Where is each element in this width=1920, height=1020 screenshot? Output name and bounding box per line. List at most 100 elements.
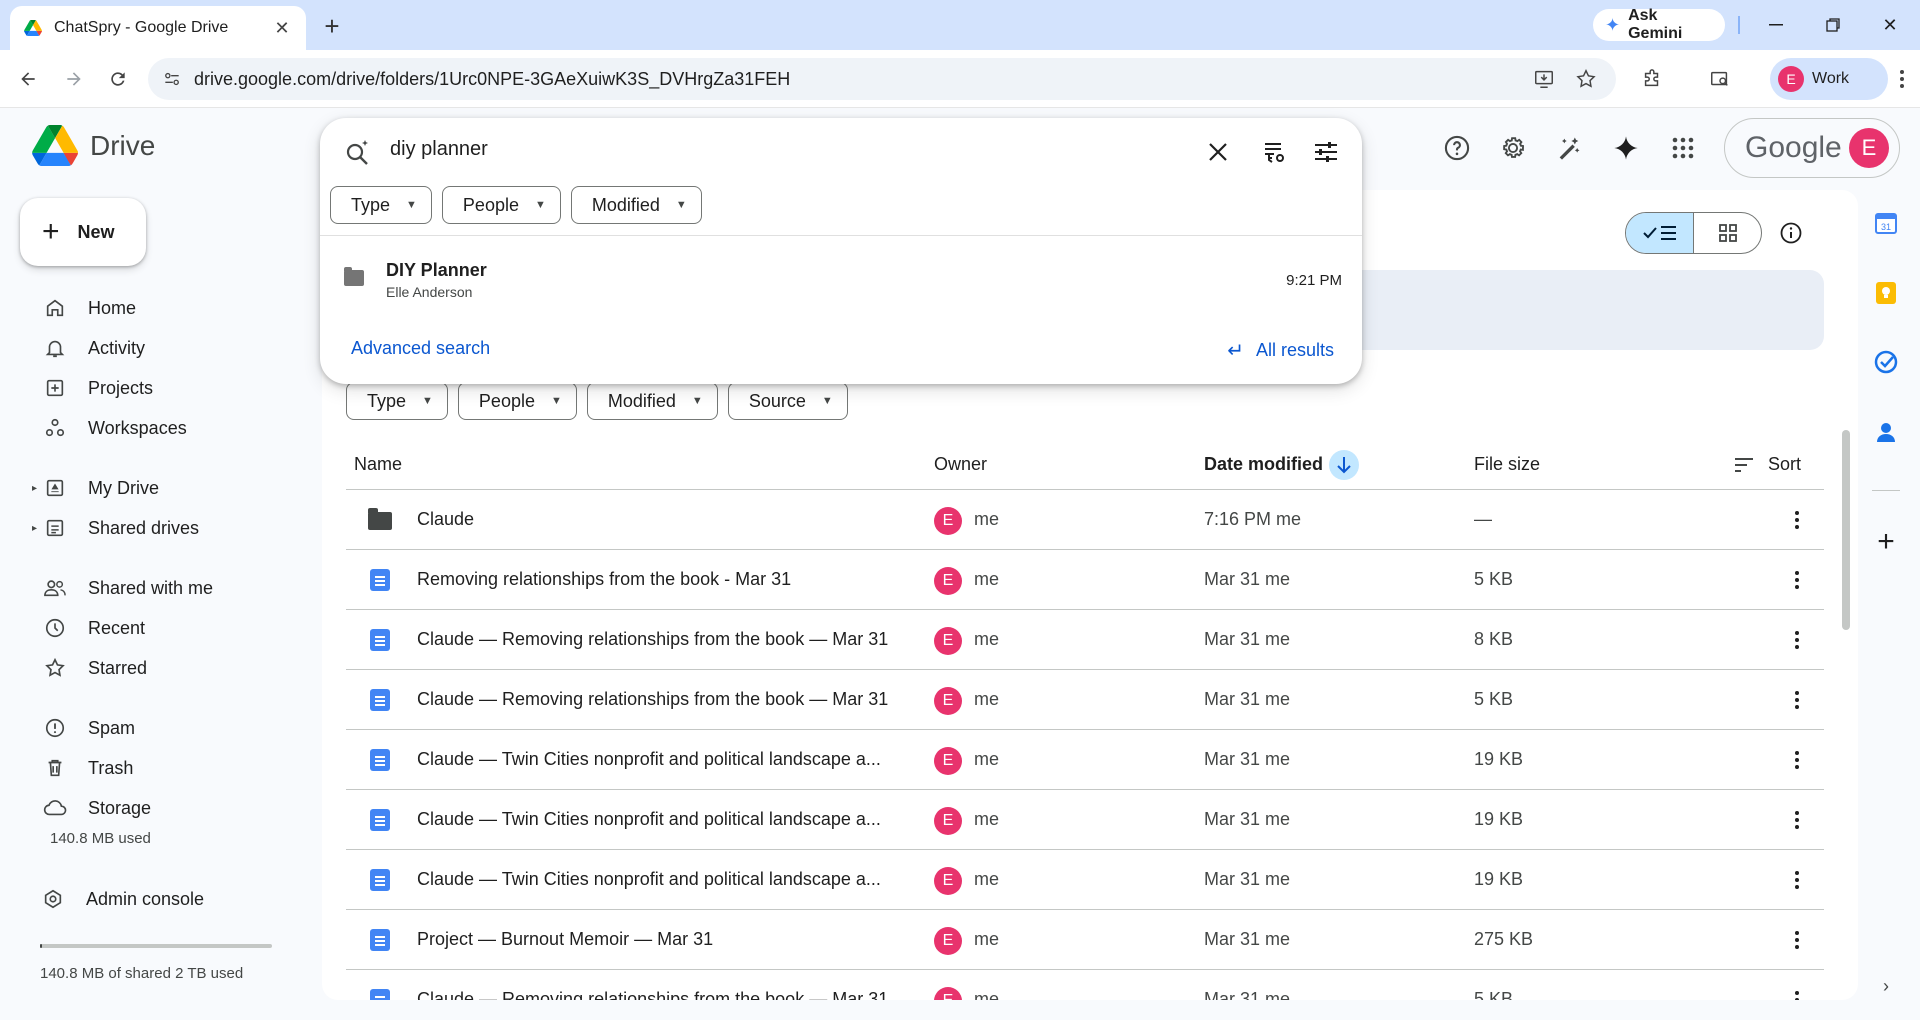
more-actions-icon[interactable] bbox=[1782, 625, 1812, 655]
tasks-icon[interactable] bbox=[1872, 348, 1900, 376]
more-actions-icon[interactable] bbox=[1782, 985, 1812, 1000]
ai-search-icon[interactable] bbox=[338, 132, 378, 172]
expand-caret-icon[interactable]: ▸ bbox=[32, 481, 40, 495]
clear-search-icon[interactable] bbox=[1198, 132, 1238, 172]
more-actions-icon[interactable] bbox=[1782, 565, 1812, 595]
search-filter-modified-chip[interactable]: Modified ▼ bbox=[570, 186, 702, 224]
file-size: 19 KB bbox=[1474, 809, 1524, 829]
browser-tab[interactable]: ChatSpry - Google Drive ✕ bbox=[10, 6, 306, 50]
more-actions-icon[interactable] bbox=[1782, 865, 1812, 895]
column-date-header[interactable]: Date modified bbox=[1204, 449, 1360, 480]
table-row[interactable]: Claude — Twin Cities nonprofit and polit… bbox=[346, 730, 1824, 790]
site-info-icon[interactable] bbox=[162, 69, 182, 89]
search-options-icon[interactable] bbox=[1306, 132, 1346, 172]
drive-logo-icon bbox=[32, 125, 78, 166]
search-settings-icon[interactable] bbox=[1254, 132, 1294, 172]
grid-view-button[interactable] bbox=[1694, 213, 1761, 253]
calendar-icon[interactable]: 31 bbox=[1872, 209, 1900, 237]
reload-button[interactable] bbox=[102, 63, 134, 95]
search-filter-people-chip[interactable]: People ▼ bbox=[441, 186, 561, 224]
sidebar-item-admin-console[interactable]: Admin console bbox=[40, 881, 204, 917]
more-actions-icon[interactable] bbox=[1782, 745, 1812, 775]
google-doc-icon bbox=[368, 868, 392, 892]
more-actions-icon[interactable] bbox=[1782, 505, 1812, 535]
sidebar-item-home[interactable]: Home bbox=[42, 290, 136, 326]
google-doc-icon bbox=[368, 988, 392, 1000]
sort-button[interactable]: Sort bbox=[1734, 454, 1801, 475]
table-row[interactable]: Claude — Removing relationships from the… bbox=[346, 670, 1824, 730]
close-window-button[interactable]: ✕ bbox=[1870, 10, 1910, 40]
column-size-header[interactable]: File size bbox=[1474, 454, 1540, 475]
help-icon[interactable] bbox=[1437, 128, 1477, 168]
new-button[interactable]: + New bbox=[20, 198, 146, 266]
table-row[interactable]: Claude — Removing relationships from the… bbox=[346, 970, 1824, 1000]
restore-button[interactable] bbox=[1813, 10, 1853, 40]
advanced-search-link[interactable]: Advanced search bbox=[351, 338, 490, 359]
filter-people-chip[interactable]: People ▼ bbox=[457, 382, 577, 420]
more-actions-icon[interactable] bbox=[1782, 685, 1812, 715]
minimize-button[interactable] bbox=[1756, 10, 1796, 40]
all-results-label: All results bbox=[1255, 340, 1334, 360]
sidebar-item-trash[interactable]: Trash bbox=[42, 750, 133, 786]
home-icon bbox=[42, 295, 68, 321]
search-input[interactable]: diy planner bbox=[390, 138, 488, 161]
trash-icon bbox=[42, 755, 68, 781]
sidebar-item-my-drive[interactable]: My Drive bbox=[42, 470, 159, 506]
more-actions-icon[interactable] bbox=[1782, 925, 1812, 955]
new-tab-button[interactable]: + bbox=[318, 11, 346, 41]
chrome-menu-icon[interactable] bbox=[1892, 63, 1912, 95]
sidebar-item-recent[interactable]: Recent bbox=[42, 610, 145, 646]
forward-button[interactable] bbox=[58, 63, 90, 95]
table-row[interactable]: Claude — Twin Cities nonprofit and polit… bbox=[346, 790, 1824, 850]
collapse-panel-icon[interactable]: › bbox=[1872, 972, 1900, 1000]
expand-caret-icon[interactable]: ▸ bbox=[32, 521, 40, 535]
svg-text:31: 31 bbox=[1881, 222, 1891, 232]
tab-close-icon[interactable]: ✕ bbox=[272, 18, 292, 38]
more-actions-icon[interactable] bbox=[1782, 805, 1812, 835]
install-app-icon[interactable] bbox=[1528, 63, 1560, 95]
all-results-link[interactable]: ↵ All results bbox=[1227, 338, 1334, 363]
keep-icon[interactable] bbox=[1872, 279, 1900, 307]
column-name-header[interactable]: Name bbox=[354, 454, 402, 475]
sidebar-item-label: Storage bbox=[88, 797, 152, 818]
apps-grid-icon[interactable] bbox=[1663, 128, 1703, 168]
dropdown-arrow-icon: ▼ bbox=[406, 199, 417, 211]
extensions-icon[interactable] bbox=[1636, 63, 1668, 95]
column-owner-header[interactable]: Owner bbox=[934, 454, 987, 475]
main-scrollbar[interactable] bbox=[1842, 430, 1850, 630]
table-row[interactable]: Project — Burnout Memoir — Mar 31 Eme Mar … bbox=[346, 910, 1824, 970]
drive-logo[interactable]: Drive bbox=[32, 125, 155, 166]
ask-gemini-button[interactable]: ✦ Ask Gemini bbox=[1593, 7, 1725, 42]
list-view-button[interactable] bbox=[1626, 213, 1694, 253]
address-bar[interactable]: drive.google.com/drive/folders/1Urc0NPE-… bbox=[148, 58, 1616, 100]
filter-modified-chip[interactable]: Modified ▼ bbox=[586, 382, 718, 420]
contacts-icon[interactable] bbox=[1872, 418, 1900, 446]
sidebar-item-projects[interactable]: Projects bbox=[42, 370, 153, 406]
table-row[interactable]: Claude — Twin Cities nonprofit and polit… bbox=[346, 850, 1824, 910]
dropdown-arrow-icon: ▼ bbox=[422, 395, 433, 407]
sidebar-item-starred[interactable]: Starred bbox=[42, 650, 147, 686]
sidebar-item-activity[interactable]: Activity bbox=[42, 330, 145, 366]
settings-gear-icon[interactable] bbox=[1493, 128, 1533, 168]
table-row[interactable]: Claude Eme 7:16 PM me — bbox=[346, 490, 1824, 550]
sidebar-item-shared-drives[interactable]: Shared drives bbox=[42, 510, 199, 546]
bookmark-star-icon[interactable] bbox=[1570, 63, 1602, 95]
back-button[interactable] bbox=[12, 63, 44, 95]
sidebar-item-shared-with-me[interactable]: Shared with me bbox=[42, 570, 213, 606]
sidebar-item-workspaces[interactable]: Workspaces bbox=[42, 410, 187, 446]
sidebar-item-spam[interactable]: Spam bbox=[42, 710, 135, 746]
filter-type-chip[interactable]: Type ▼ bbox=[346, 382, 448, 420]
info-icon[interactable] bbox=[1774, 216, 1808, 250]
gemini-icon[interactable] bbox=[1606, 128, 1646, 168]
google-account-button[interactable]: Google E bbox=[1724, 118, 1900, 178]
sidebar-item-storage[interactable]: Storage bbox=[42, 790, 151, 826]
profile-button[interactable]: E Work bbox=[1770, 58, 1888, 100]
table-row[interactable]: Claude — Removing relationships from the… bbox=[346, 610, 1824, 670]
search-filter-type-chip[interactable]: Type ▼ bbox=[330, 186, 432, 224]
sort-descending-icon[interactable] bbox=[1329, 449, 1360, 480]
search-tabs-icon[interactable] bbox=[1704, 63, 1736, 95]
add-addon-icon[interactable]: + bbox=[1872, 525, 1900, 558]
filter-source-chip[interactable]: Source ▼ bbox=[727, 382, 848, 420]
table-row[interactable]: Removing relationships from the book - M… bbox=[346, 550, 1824, 610]
magic-wand-icon[interactable] bbox=[1549, 128, 1589, 168]
